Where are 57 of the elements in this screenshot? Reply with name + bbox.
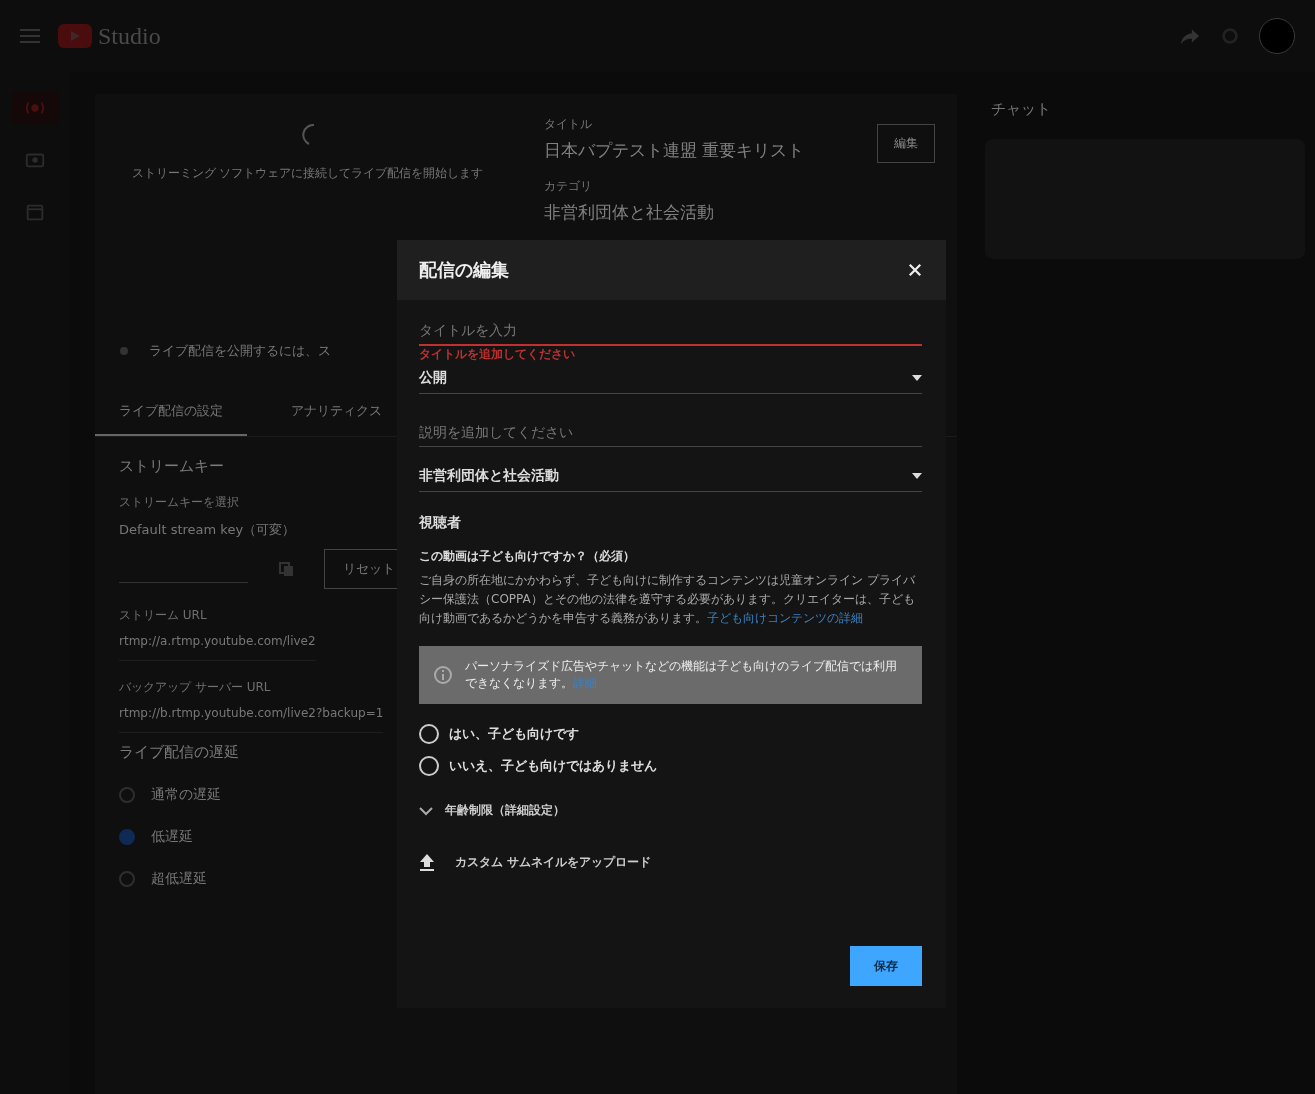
menu-icon[interactable] — [20, 28, 40, 44]
radio-label: 超低遅延 — [151, 870, 207, 888]
upload-icon — [419, 853, 435, 871]
title-field[interactable]: タイトルを入力 — [419, 316, 922, 346]
upload-button[interactable]: カスタム サムネイルをアップロード — [419, 853, 922, 871]
section-heading: ストリームキー — [119, 457, 224, 476]
sidebar-item[interactable] — [11, 92, 59, 124]
spinner-icon — [300, 124, 315, 145]
learn-more-link[interactable]: 子ども向けコンテンツの詳細 — [707, 611, 863, 625]
copy-icon[interactable] — [278, 561, 294, 577]
play-logo-icon — [58, 24, 92, 48]
info-text: パーソナライズド広告やチャットなどの機能は子ども向けのライブ配信では利用できなくなります。詳細 — [465, 658, 898, 692]
field-label: ストリームキーを選択 — [119, 494, 239, 511]
radio-button[interactable] — [119, 829, 135, 845]
tab[interactable]: アナリティクス — [267, 388, 406, 436]
caret-icon — [912, 375, 922, 381]
question-text: この動画は子ども向けですか？（必須） — [419, 548, 636, 565]
radio-button[interactable] — [119, 787, 135, 803]
radio-option[interactable]: いいえ、子ども向けではありません — [419, 750, 922, 782]
save-button[interactable]: 保存 — [850, 946, 922, 986]
url-value: rtmp://a.rtmp.youtube.com/live2 — [119, 634, 316, 661]
dropdown[interactable]: 非営利団体と社会活動 — [419, 461, 922, 492]
detail-value: 非営利団体と社会活動 — [544, 201, 714, 224]
close-icon — [906, 261, 924, 279]
field-label: ストリーム URL — [119, 607, 207, 624]
section-heading: ライブ配信の遅延 — [119, 743, 239, 762]
radio-label: 通常の遅延 — [151, 786, 221, 804]
edit-button[interactable]: 編集 — [877, 124, 935, 163]
option-label: いいえ、子ども向けではありません — [449, 757, 657, 775]
dot-icon — [119, 346, 129, 356]
url-value: rtmp://b.rtmp.youtube.com/live2?backup=1 — [119, 706, 384, 733]
expander-toggle[interactable]: 年齢制限（詳細設定） — [419, 802, 922, 819]
section-heading: 視聴者 — [419, 514, 462, 532]
dropdown[interactable]: 公開 — [419, 363, 922, 394]
chevron-icon — [419, 805, 433, 816]
close-button[interactable] — [906, 261, 924, 279]
notice-text: ライブ配信を公開するには、ス — [149, 342, 331, 360]
stream-key-value: Default stream key（可変） — [119, 521, 296, 539]
logo-text: Studio — [98, 22, 161, 50]
info-icon — [433, 665, 453, 685]
field-label: バックアップ サーバー URL — [119, 679, 271, 696]
radio-label: 低遅延 — [151, 828, 193, 846]
detail-label: カテゴリ — [544, 178, 592, 195]
dialog-title: 配信の編集 — [419, 258, 509, 282]
radio-button[interactable] — [119, 871, 135, 887]
avatar-circle[interactable] — [1259, 18, 1295, 54]
detail-label: タイトル — [544, 116, 592, 133]
description-field[interactable]: 説明を追加してください — [419, 418, 922, 447]
option-label: はい、子ども向けです — [449, 725, 579, 743]
description-text: ご自身の所在地にかかわらず、子ども向けに制作するコンテンツは児童オンライン プライバシー保護法（COPPA）とその他の法律を遵守する必要があります。クリエイターは、子ども向け動画であるかどうかを申告する義務があります。子ども向けコンテンツの詳細 — [419, 572, 916, 627]
detail-value: 日本バプテスト連盟 重要キリスト — [544, 139, 805, 162]
preview-message: ストリーミング ソフトウェアに接続してライブ配信を開始します — [131, 165, 484, 182]
tab[interactable]: ライブ配信の設定 — [95, 388, 247, 436]
chat-title: チャット — [990, 99, 1052, 120]
caret-icon — [912, 473, 922, 479]
error-message: タイトルを追加してください — [419, 346, 576, 363]
radio-option[interactable]: はい、子ども向けです — [419, 718, 922, 750]
